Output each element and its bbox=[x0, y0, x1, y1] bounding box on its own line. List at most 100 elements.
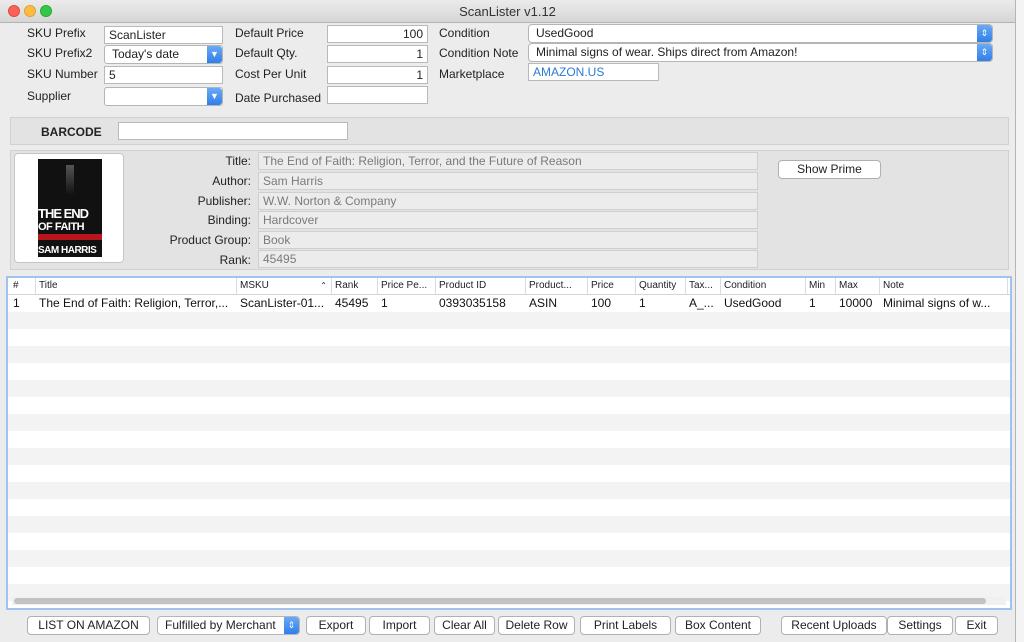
table-row[interactable] bbox=[8, 363, 1010, 380]
column-header[interactable]: Max bbox=[836, 278, 880, 294]
table-cell: 1 bbox=[13, 296, 20, 310]
rank-label: Rank: bbox=[219, 253, 251, 267]
window-title: ScanLister v1.12 bbox=[459, 4, 556, 19]
cost-per-unit-label: Cost Per Unit bbox=[235, 67, 307, 81]
export-button[interactable]: Export bbox=[306, 616, 366, 635]
rank-field: 45495 bbox=[258, 250, 758, 268]
table-cell: ASIN bbox=[529, 296, 558, 310]
default-qty-input[interactable]: 1 bbox=[327, 45, 428, 63]
table-cell: A_... bbox=[689, 296, 714, 310]
table-row[interactable] bbox=[8, 482, 1010, 499]
up-down-chevron-icon: ⇕ bbox=[284, 617, 299, 634]
exit-button[interactable]: Exit bbox=[955, 616, 998, 635]
column-header[interactable]: Quantity bbox=[636, 278, 686, 294]
import-button[interactable]: Import bbox=[369, 616, 430, 635]
condition-select[interactable]: UsedGood ⇕ bbox=[528, 24, 993, 43]
condition-note-label: Condition Note bbox=[439, 46, 519, 60]
publisher-label: Publisher: bbox=[197, 194, 251, 208]
column-header[interactable]: Product ID bbox=[436, 278, 526, 294]
title-label: Title: bbox=[225, 154, 251, 168]
clear-all-button[interactable]: Clear All bbox=[434, 616, 495, 635]
supplier-select[interactable]: ▼ bbox=[104, 87, 223, 106]
condition-note-select[interactable]: Minimal signs of wear. Ships direct from… bbox=[528, 43, 993, 62]
table-cell: 100 bbox=[591, 296, 612, 310]
delete-row-button[interactable]: Delete Row bbox=[498, 616, 575, 635]
default-qty-label: Default Qty. bbox=[235, 46, 298, 60]
cost-per-unit-input[interactable]: 1 bbox=[327, 66, 428, 84]
desktop-background bbox=[1016, 0, 1024, 642]
marketplace-label: Marketplace bbox=[439, 67, 505, 81]
barcode-input[interactable] bbox=[118, 122, 348, 140]
sku-number-label: SKU Number bbox=[27, 67, 98, 81]
date-purchased-input[interactable] bbox=[327, 86, 428, 104]
table-cell: ScanLister-01... bbox=[240, 296, 325, 310]
table-cell: 0393035158 bbox=[439, 296, 506, 310]
horizontal-scrollbar[interactable] bbox=[12, 597, 1006, 605]
marketplace-field[interactable]: AMAZON.US bbox=[528, 63, 659, 81]
sku-prefix-input[interactable]: ScanLister bbox=[104, 26, 223, 44]
product-group-field: Book bbox=[258, 231, 758, 249]
default-price-label: Default Price bbox=[235, 26, 304, 40]
column-header[interactable]: MSKU ⌃ bbox=[237, 278, 332, 294]
column-header[interactable]: Min bbox=[806, 278, 836, 294]
default-price-input[interactable]: 100 bbox=[327, 25, 428, 43]
sku-number-input[interactable]: 5 bbox=[104, 66, 223, 84]
column-header[interactable]: Note bbox=[880, 278, 1008, 294]
table-row[interactable] bbox=[8, 465, 1010, 482]
product-group-label: Product Group: bbox=[169, 233, 251, 247]
scrollbar-thumb[interactable] bbox=[14, 598, 986, 604]
table-row[interactable] bbox=[8, 380, 1010, 397]
settings-button[interactable]: Settings bbox=[887, 616, 953, 635]
sku-prefix2-label: SKU Prefix2 bbox=[27, 46, 93, 60]
column-header[interactable]: Condition bbox=[721, 278, 806, 294]
table-row[interactable] bbox=[8, 499, 1010, 516]
author-field: Sam Harris bbox=[258, 172, 758, 190]
column-header[interactable]: Tax... bbox=[686, 278, 721, 294]
box-content-button[interactable]: Box Content bbox=[675, 616, 761, 635]
list-on-amazon-button[interactable]: LIST ON AMAZON bbox=[27, 616, 150, 635]
table-row[interactable] bbox=[8, 397, 1010, 414]
book-info-panel: THE END OF FAITH SAM HARRIS Title: The E… bbox=[10, 150, 1009, 270]
column-header[interactable]: Price bbox=[588, 278, 636, 294]
print-labels-button[interactable]: Print Labels bbox=[580, 616, 671, 635]
title-field: The End of Faith: Religion, Terror, and … bbox=[258, 152, 758, 170]
publisher-field: W.W. Norton & Company bbox=[258, 192, 758, 210]
table-row[interactable] bbox=[8, 567, 1010, 584]
table-cell: 1 bbox=[809, 296, 816, 310]
column-header[interactable]: Rank bbox=[332, 278, 378, 294]
binding-label: Binding: bbox=[207, 213, 251, 227]
table-row[interactable]: 1 The End of Faith: Religion, Terror,... S… bbox=[8, 295, 1010, 312]
table-row[interactable] bbox=[8, 312, 1010, 329]
up-down-chevron-icon: ⇕ bbox=[977, 44, 992, 61]
date-purchased-label: Date Purchased bbox=[235, 91, 322, 105]
show-prime-button[interactable]: Show Prime bbox=[778, 160, 881, 179]
column-header[interactable]: Product... bbox=[526, 278, 588, 294]
table-row[interactable] bbox=[8, 448, 1010, 465]
listing-table[interactable]: # Title MSKU ⌃ Rank Price Pe... Product ID Prod… bbox=[6, 276, 1012, 610]
table-row[interactable] bbox=[8, 346, 1010, 363]
table-cell: UsedGood bbox=[724, 296, 782, 310]
up-down-chevron-icon: ⇕ bbox=[977, 25, 992, 42]
author-label: Author: bbox=[212, 174, 251, 188]
column-header[interactable]: Price Pe... bbox=[378, 278, 436, 294]
fulfillment-select[interactable]: Fulfilled by Merchant ⇕ bbox=[157, 616, 300, 635]
table-row[interactable] bbox=[8, 329, 1010, 346]
table-row[interactable] bbox=[8, 516, 1010, 533]
table-row[interactable] bbox=[8, 431, 1010, 448]
fulfillment-value: Fulfilled by Merchant bbox=[165, 618, 276, 632]
table-cell: 10000 bbox=[839, 296, 873, 310]
chevron-down-icon: ▼ bbox=[207, 88, 222, 105]
recent-uploads-button[interactable]: Recent Uploads bbox=[781, 616, 887, 635]
column-header[interactable]: Title bbox=[36, 278, 237, 294]
table-row[interactable] bbox=[8, 533, 1010, 550]
table-row[interactable] bbox=[8, 550, 1010, 567]
sku-prefix-label: SKU Prefix bbox=[27, 26, 86, 40]
barcode-label: BARCODE bbox=[41, 125, 102, 139]
table-cell: 45495 bbox=[335, 296, 369, 310]
sku-prefix2-select[interactable]: Today's date ▼ bbox=[104, 45, 223, 64]
table-row[interactable] bbox=[8, 414, 1010, 431]
footer-toolbar: LIST ON AMAZON Fulfilled by Merchant ⇕ E… bbox=[0, 615, 1015, 637]
barcode-bar: BARCODE bbox=[10, 117, 1009, 145]
column-header[interactable]: # bbox=[10, 278, 36, 294]
chevron-down-icon: ▼ bbox=[207, 46, 222, 63]
